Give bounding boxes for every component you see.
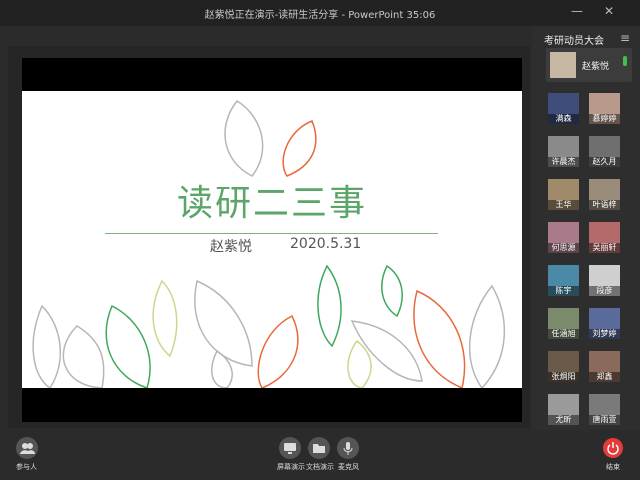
participant-tile[interactable]: 尤昕 xyxy=(548,394,579,425)
avatar xyxy=(550,52,576,78)
meeting-title: 考研动员大会 xyxy=(544,36,604,47)
participant-name: 吴丽轩 xyxy=(589,243,620,253)
participant-name: 满森 xyxy=(548,114,579,124)
participant-tile[interactable]: 赵久月 xyxy=(589,136,620,167)
participant-tile[interactable]: 任涵旭 xyxy=(548,308,579,339)
participant-tile[interactable]: 张炯阳 xyxy=(548,351,579,382)
screen-share-button[interactable] xyxy=(279,437,301,459)
slide-date: 2020.5.31 xyxy=(290,236,362,252)
slide-divider xyxy=(105,233,438,234)
participant-tile[interactable]: 慕婷婷 xyxy=(589,93,620,124)
slide: 读研二三事 赵紫悦 2020.5.31 xyxy=(22,91,522,388)
people-icon xyxy=(20,443,35,454)
mic-button[interactable] xyxy=(337,437,359,459)
participant-tile[interactable]: 王华 xyxy=(548,179,579,210)
screen-share-label: 屏幕演示 xyxy=(277,463,305,471)
slide-viewer: 读研二三事 赵紫悦 2020.5.31 xyxy=(22,58,522,422)
doc-share-button[interactable] xyxy=(308,437,330,459)
participant-name: 刘梦婷 xyxy=(589,329,620,339)
microphone-icon xyxy=(343,442,353,455)
participant-name: 任涵旭 xyxy=(548,329,579,339)
end-meeting-button[interactable] xyxy=(603,438,623,458)
participant-tile[interactable]: 唐雨萱 xyxy=(589,394,620,425)
participant-tile[interactable]: 满森 xyxy=(548,93,579,124)
participant-name: 陈宇 xyxy=(548,286,579,296)
mic-label: 麦克风 xyxy=(338,463,359,471)
participant-name: 何思源 xyxy=(548,243,579,253)
participant-tile[interactable]: 何思源 xyxy=(548,222,579,253)
monitor-icon xyxy=(284,443,296,454)
participant-tile[interactable]: 刘梦婷 xyxy=(589,308,620,339)
minimize-button[interactable]: — xyxy=(568,2,586,20)
folder-icon xyxy=(313,444,325,453)
participant-tile[interactable]: 陈宇 xyxy=(548,265,579,296)
title-bar: 赵紫悦正在演示-读研生活分享 - PowerPoint 35:06 — ✕ xyxy=(0,0,640,26)
leaf-decoration xyxy=(32,100,505,388)
participant-name: 慕婷婷 xyxy=(589,114,620,124)
participant-tile[interactable]: 段彦 xyxy=(589,265,620,296)
participant-name: 赵久月 xyxy=(589,157,620,167)
participant-name: 段彦 xyxy=(589,286,620,296)
end-label: 结束 xyxy=(606,463,620,471)
presenter-name: 赵紫悦 xyxy=(582,62,610,72)
participants-label: 参与人 xyxy=(16,463,37,471)
participants-button[interactable] xyxy=(16,437,38,459)
mic-active-icon xyxy=(623,56,627,66)
participant-tile[interactable]: 吴丽轩 xyxy=(589,222,620,253)
participant-name: 王华 xyxy=(548,200,579,210)
participant-name: 郑鑫 xyxy=(589,372,620,382)
power-icon xyxy=(607,442,619,455)
slide-title: 读研二三事 xyxy=(176,183,367,224)
participant-name: 许晨杰 xyxy=(548,157,579,167)
participant-name: 唐雨萱 xyxy=(589,415,620,425)
window-title: 赵紫悦正在演示-读研生活分享 - PowerPoint 35:06 xyxy=(204,10,436,21)
presenter-tile[interactable]: 赵紫悦 xyxy=(546,48,632,82)
participant-tile[interactable]: 郑鑫 xyxy=(589,351,620,382)
slide-author: 赵紫悦 xyxy=(210,239,252,255)
participant-tile[interactable]: 叶语梓 xyxy=(589,179,620,210)
participant-name: 尤昕 xyxy=(548,415,579,425)
menu-icon[interactable]: ≡ xyxy=(620,31,630,45)
close-button[interactable]: ✕ xyxy=(600,2,618,20)
participant-name: 张炯阳 xyxy=(548,372,579,382)
doc-share-label: 文档演示 xyxy=(306,463,334,471)
participant-tile[interactable]: 许晨杰 xyxy=(548,136,579,167)
participant-name: 叶语梓 xyxy=(589,200,620,210)
